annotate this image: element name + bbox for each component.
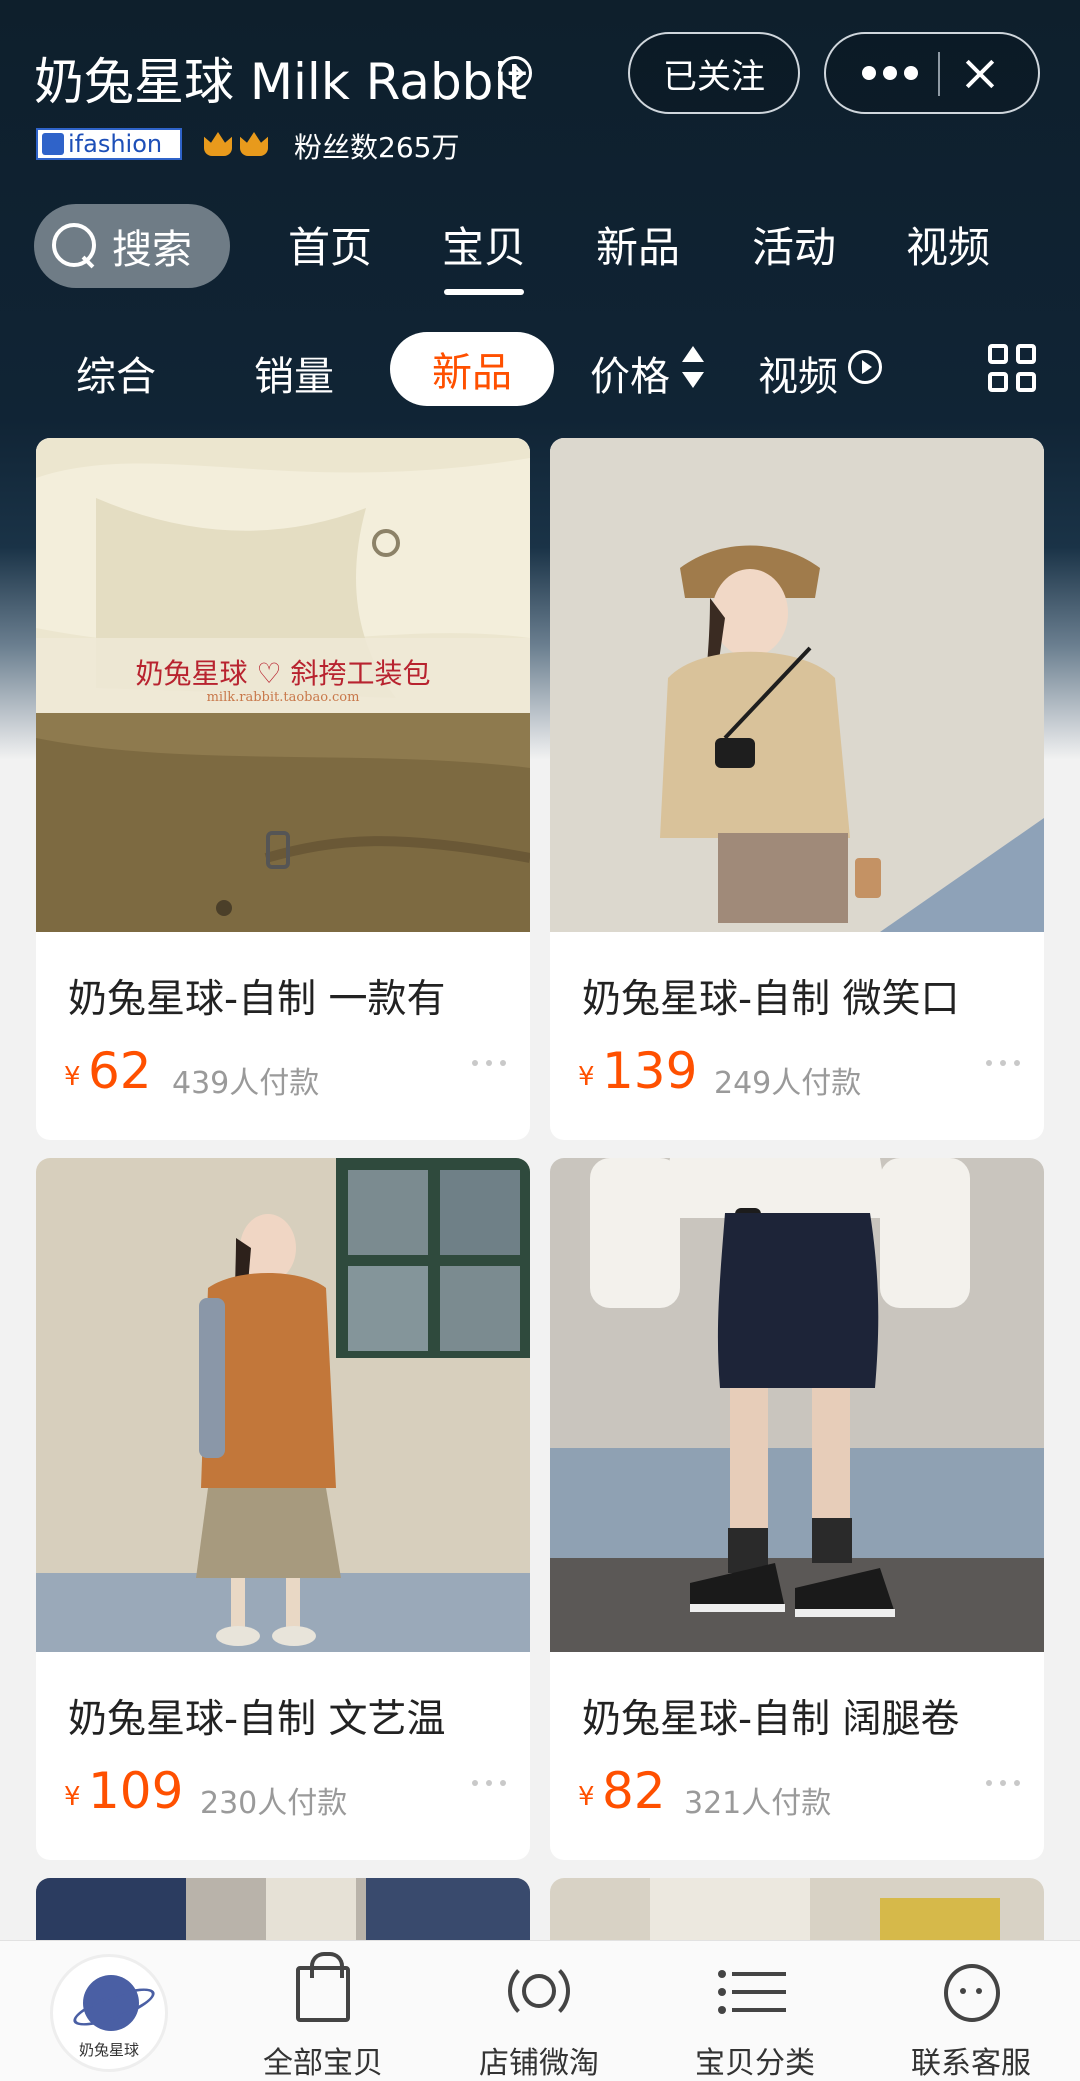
sales-count: 230人付款 (200, 1786, 348, 1821)
shop-logo[interactable]: 奶兔星球 (50, 1954, 168, 2072)
sort-arrows-icon (682, 346, 704, 390)
product-card[interactable]: 奶兔星球-自制 微笑口 ¥ 139 249人付款 (550, 438, 1044, 1140)
capsule-menu (824, 32, 1040, 114)
currency-symbol: ¥ (64, 1782, 81, 1812)
badge-label: ifashion (68, 130, 163, 158)
product-price: 139 (602, 1042, 698, 1100)
product-image (550, 1158, 1044, 1652)
sort-overall[interactable]: 综合 (76, 344, 156, 402)
sort-sales[interactable]: 销量 (254, 344, 334, 402)
product-card[interactable]: 奶兔星球-自制 文艺温 ¥ 109 230人付款 (36, 1158, 530, 1860)
seller-level (202, 124, 270, 158)
image-watermark: milk.rabbit.taobao.com (207, 690, 360, 705)
nav-label: 宝贝分类 (695, 2046, 815, 2081)
product-price: 62 (88, 1042, 152, 1100)
more-icon[interactable] (862, 66, 918, 82)
nav-categories[interactable]: 宝贝分类 (660, 1956, 850, 2081)
product-title[interactable]: 奶兔星球-自制 文艺温 (68, 1688, 445, 1744)
product-image: 奶兔星球 ♡ 斜挎工装包 milk.rabbit.taobao.com (36, 438, 530, 932)
fans-count: 粉丝数265万 (294, 131, 460, 164)
close-icon[interactable] (960, 54, 1000, 94)
more-icon[interactable] (986, 1780, 1020, 1786)
chat-icon (944, 1964, 1000, 2022)
search-button[interactable]: 搜索 (34, 204, 230, 288)
more-icon[interactable] (986, 1060, 1020, 1066)
nav-label: 联系客服 (911, 2046, 1031, 2081)
sales-count: 249人付款 (714, 1066, 862, 1101)
sort-video[interactable]: 视频 (758, 344, 838, 402)
product-card[interactable]: 奶兔星球 ♡ 斜挎工装包 milk.rabbit.taobao.com 奶兔星球… (36, 438, 530, 1140)
sort-price[interactable]: 价格 (590, 344, 670, 402)
more-icon[interactable] (472, 1780, 506, 1786)
play-icon (848, 350, 882, 384)
tab-events[interactable]: 活动 (752, 214, 836, 275)
product-image (550, 438, 1044, 932)
nav-customer-service[interactable]: 联系客服 (876, 1956, 1066, 2081)
product-card[interactable]: 奶兔星球-自制 阔腿卷 ¥ 82 321人付款 (550, 1158, 1044, 1860)
more-icon[interactable] (472, 1060, 506, 1066)
logo-label: 奶兔星球 (78, 2041, 139, 2059)
search-label: 搜索 (112, 227, 192, 273)
ifashion-badge: ifashion (36, 128, 182, 160)
product-title[interactable]: 奶兔星球-自制 阔腿卷 (582, 1688, 959, 1744)
chevron-right-icon[interactable] (498, 56, 532, 90)
divider (938, 52, 940, 96)
heart-icon (42, 133, 64, 155)
crown-icon (238, 124, 270, 158)
planet-icon (83, 1975, 139, 2031)
product-price: 82 (602, 1762, 666, 1820)
broadcast-icon (508, 1960, 570, 2022)
nav-label: 店铺微淘 (479, 2046, 599, 2081)
crown-icon (202, 124, 234, 158)
currency-symbol: ¥ (64, 1062, 81, 1092)
bag-icon (296, 1952, 350, 2022)
nav-all-items[interactable]: 全部宝贝 (228, 1952, 418, 2081)
nav-label: 全部宝贝 (263, 2046, 383, 2081)
follow-button[interactable]: 已关注 (628, 32, 800, 114)
search-icon (52, 223, 98, 269)
currency-symbol: ¥ (578, 1062, 595, 1092)
image-caption: 奶兔星球 ♡ 斜挎工装包 (136, 657, 431, 690)
list-icon (718, 1970, 786, 2014)
product-title[interactable]: 奶兔星球-自制 一款有 (68, 968, 445, 1024)
tab-new[interactable]: 新品 (596, 214, 680, 275)
grid-view-icon[interactable] (988, 344, 1038, 394)
product-title[interactable]: 奶兔星球-自制 微笑口 (582, 968, 959, 1024)
currency-symbol: ¥ (578, 1782, 595, 1812)
product-image (36, 1158, 530, 1652)
sort-new[interactable]: 新品 (390, 332, 554, 406)
tab-home[interactable]: 首页 (288, 214, 372, 275)
sales-count: 439人付款 (172, 1066, 320, 1101)
tab-video[interactable]: 视频 (906, 214, 990, 275)
sales-count: 321人付款 (684, 1786, 832, 1821)
nav-shop-feed[interactable]: 店铺微淘 (444, 1956, 634, 2081)
product-price: 109 (88, 1762, 184, 1820)
tab-items[interactable]: 宝贝 (442, 214, 526, 295)
shop-name[interactable]: 奶兔星球 Milk Rabbit (34, 42, 527, 114)
